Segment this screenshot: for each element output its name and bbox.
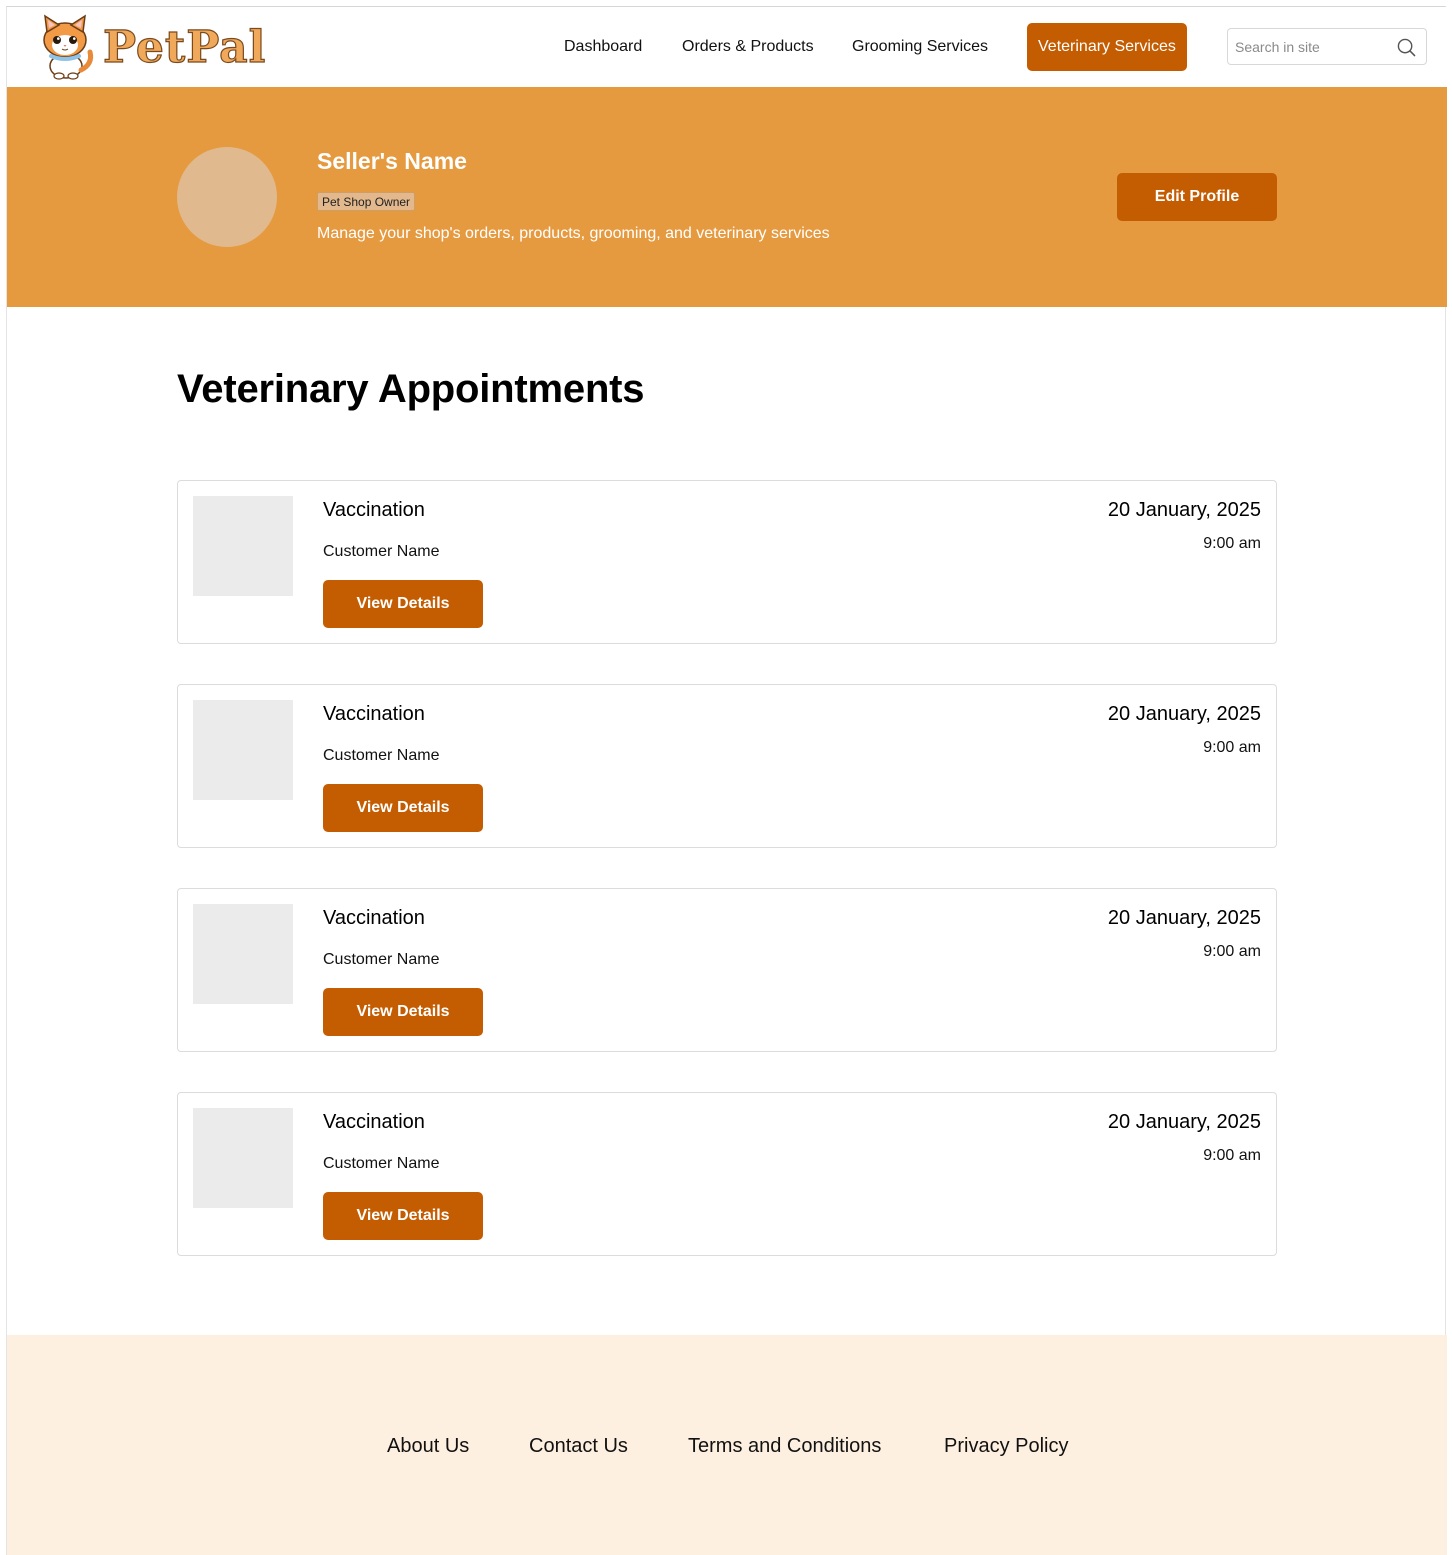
brand-name: PetPal	[102, 21, 267, 73]
footer-link-privacy-policy[interactable]: Privacy Policy	[944, 1435, 1068, 1458]
appointment-card: Vaccination Customer Name View Details 2…	[177, 1092, 1277, 1256]
site-search	[1227, 28, 1427, 65]
appointment-customer: Customer Name	[323, 951, 440, 968]
nav-orders-products[interactable]: Orders & Products	[682, 23, 814, 71]
page-title: Veterinary Appointments	[177, 367, 645, 411]
role-badge: Pet Shop Owner	[317, 192, 416, 211]
appointment-thumbnail	[193, 904, 293, 1004]
appointment-thumbnail	[193, 1108, 293, 1208]
view-details-button[interactable]: View Details	[323, 988, 483, 1036]
appointment-date: 20 January, 2025	[1107, 1111, 1261, 1133]
search-input[interactable]	[1235, 37, 1385, 57]
search-icon[interactable]	[1397, 38, 1416, 57]
appointment-thumbnail	[193, 700, 293, 800]
appointment-time: 9:00 am	[1203, 1147, 1261, 1164]
appointment-service: Vaccination	[323, 703, 425, 725]
seller-name: Seller's Name	[317, 148, 467, 174]
appointment-card: Vaccination Customer Name View Details 2…	[177, 888, 1277, 1052]
page-frame: PetPal Dashboard Orders & Products Groom…	[6, 6, 1447, 1555]
appointment-service: Vaccination	[323, 907, 425, 929]
profile-tagline: Manage your shop's orders, products, gro…	[317, 225, 830, 242]
footer-link-about-us[interactable]: About Us	[387, 1435, 469, 1458]
appointment-date: 20 January, 2025	[1107, 703, 1261, 725]
nav-grooming-services[interactable]: Grooming Services	[852, 23, 988, 71]
appointment-list: Vaccination Customer Name View Details 2…	[177, 480, 1277, 1296]
view-details-button[interactable]: View Details	[323, 784, 483, 832]
view-details-button[interactable]: View Details	[323, 1192, 483, 1240]
appointment-time: 9:00 am	[1203, 739, 1261, 756]
edit-profile-button[interactable]: Edit Profile	[1117, 173, 1277, 221]
footer-link-contact-us[interactable]: Contact Us	[529, 1435, 628, 1458]
cat-mascot-icon	[43, 14, 94, 80]
appointment-thumbnail	[193, 496, 293, 596]
appointment-service: Vaccination	[323, 499, 425, 521]
nav-veterinary-services[interactable]: Veterinary Services	[1027, 23, 1187, 71]
avatar	[177, 147, 277, 247]
site-footer: About Us Contact Us Terms and Conditions…	[7, 1335, 1447, 1555]
profile-banner: Seller's Name Pet Shop Owner Manage your…	[7, 87, 1447, 307]
appointment-time: 9:00 am	[1203, 943, 1261, 960]
appointment-time: 9:00 am	[1203, 535, 1261, 552]
view-details-button[interactable]: View Details	[323, 580, 483, 628]
appointment-customer: Customer Name	[323, 1155, 440, 1172]
appointment-customer: Customer Name	[323, 747, 440, 764]
appointment-service: Vaccination	[323, 1111, 425, 1133]
site-header: PetPal Dashboard Orders & Products Groom…	[7, 7, 1447, 87]
appointment-date: 20 January, 2025	[1107, 907, 1261, 929]
brand-logo[interactable]: PetPal	[35, 13, 267, 81]
appointment-card: Vaccination Customer Name View Details 2…	[177, 684, 1277, 848]
appointment-card: Vaccination Customer Name View Details 2…	[177, 480, 1277, 644]
appointment-customer: Customer Name	[323, 543, 440, 560]
nav-dashboard[interactable]: Dashboard	[564, 23, 642, 71]
footer-link-terms[interactable]: Terms and Conditions	[688, 1435, 881, 1458]
appointment-date: 20 January, 2025	[1107, 499, 1261, 521]
